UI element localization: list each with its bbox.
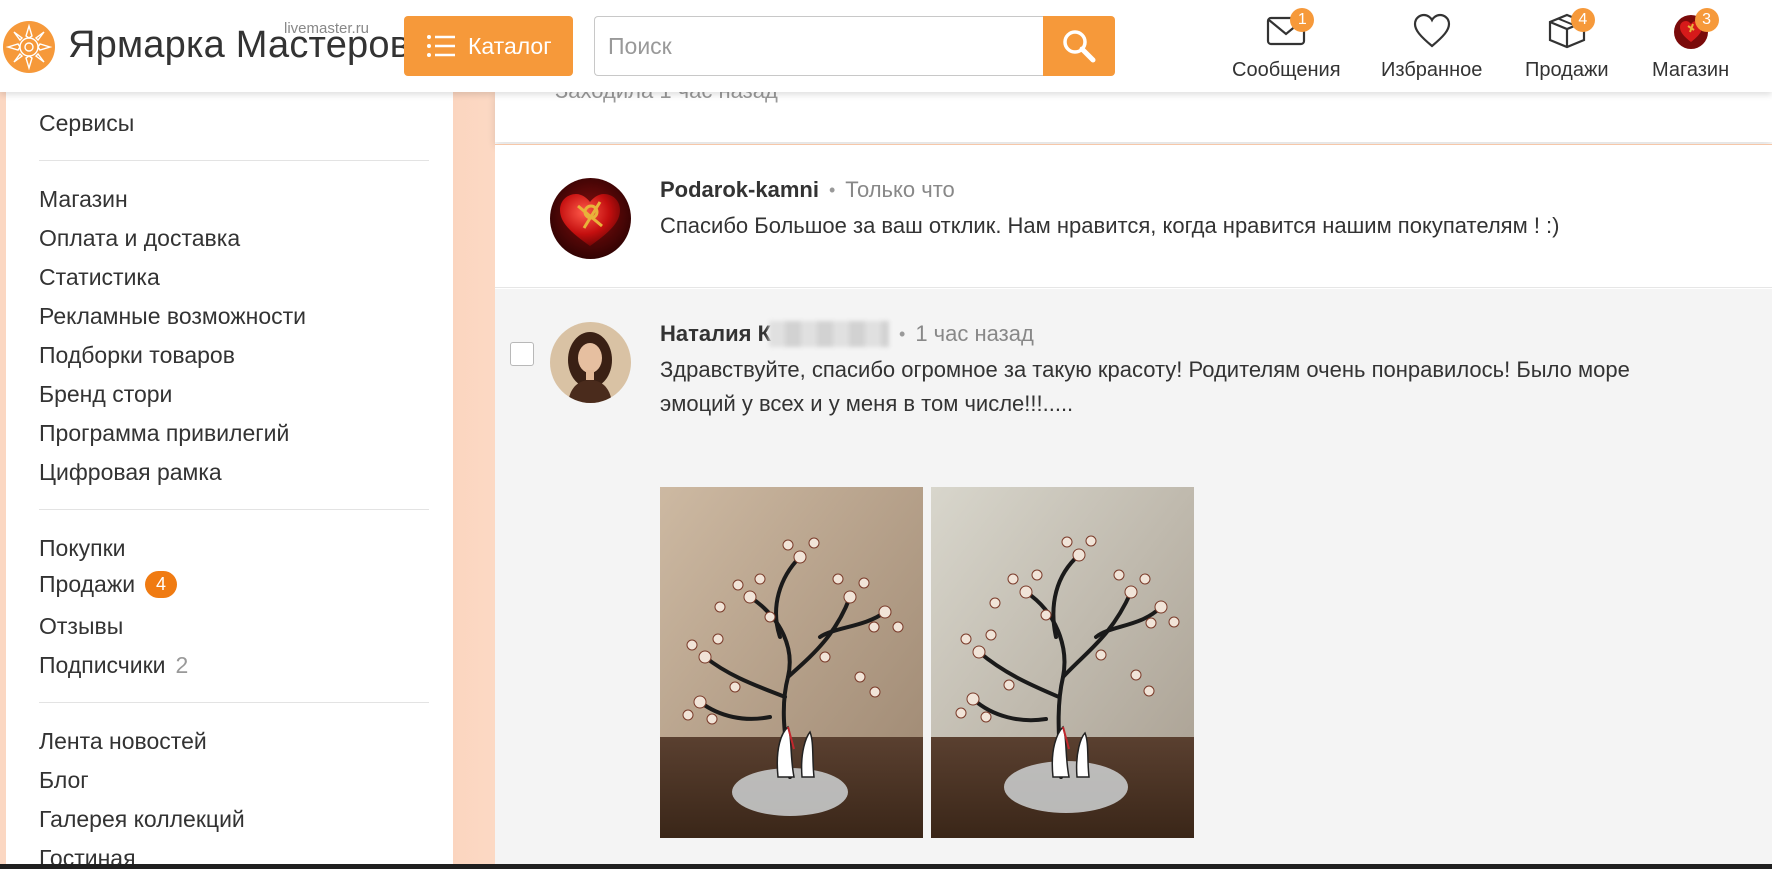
search-button[interactable] bbox=[1043, 16, 1115, 76]
subscribers-count: 2 bbox=[175, 652, 189, 678]
catalog-button[interactable]: Каталог bbox=[404, 16, 573, 76]
sidebar-item-shop[interactable]: Магазин bbox=[39, 186, 128, 213]
sidebar-item-brand-story[interactable]: Бренд стори bbox=[39, 381, 172, 408]
logo-domain: livemaster.ru bbox=[284, 20, 370, 37]
logo-sun-icon[interactable] bbox=[2, 20, 56, 74]
list-icon bbox=[427, 35, 455, 57]
nav-messages[interactable]: 1 Сообщения bbox=[1232, 8, 1341, 82]
sidebar-item-subscribers-label: Подписчики bbox=[39, 652, 166, 678]
sidebar-divider bbox=[39, 702, 429, 703]
heart-icon bbox=[1413, 13, 1450, 47]
sidebar-item-news-feed[interactable]: Лента новостей bbox=[39, 728, 207, 755]
sidebar-item-gallery[interactable]: Галерея коллекций bbox=[39, 806, 245, 833]
messages-badge: 1 bbox=[1290, 8, 1315, 32]
comment-time: Только что bbox=[845, 177, 955, 202]
avatar[interactable] bbox=[550, 322, 631, 403]
search-input[interactable]: Поиск bbox=[594, 16, 1044, 76]
sales-badge: 4 bbox=[1570, 8, 1595, 32]
sidebar-item-purchases[interactable]: Покупки bbox=[39, 535, 126, 562]
sidebar: Сервисы Магазин Оплата и доставка Статис… bbox=[0, 92, 453, 869]
comment-reply: Podarok-kamni • Только что Спасибо Больш… bbox=[495, 145, 1772, 288]
sales-count-badge: 4 bbox=[145, 571, 178, 598]
nav-sales[interactable]: 4 Продажи bbox=[1525, 8, 1609, 82]
comment-time: 1 час назад bbox=[915, 321, 1034, 346]
shop-badge: 3 bbox=[1694, 8, 1719, 32]
search-icon bbox=[1063, 30, 1096, 63]
nav-shop[interactable]: 3 Магазин bbox=[1652, 8, 1730, 82]
bead-tree-photo-icon bbox=[931, 487, 1194, 838]
bead-tree-photo-icon bbox=[660, 487, 923, 838]
comment-text-line: эмоций у всех и у меня в том числе!!!...… bbox=[660, 391, 1074, 416]
sidebar-item-services[interactable]: Сервисы bbox=[39, 110, 134, 137]
nav-favorites[interactable]: Избранное bbox=[1381, 10, 1482, 82]
sidebar-item-privileges[interactable]: Программа привилегий bbox=[39, 420, 289, 447]
comment-text-line: Здравствуйте, спасибо огромное за такую … bbox=[660, 357, 1630, 382]
sidebar-item-sales[interactable]: Продажи 4 bbox=[39, 571, 178, 598]
avatar-heart-icon bbox=[550, 178, 631, 259]
sidebar-item-subscribers[interactable]: Подписчики 2 bbox=[39, 652, 188, 679]
bottom-taskbar-edge bbox=[0, 864, 1772, 869]
sidebar-item-sales-label: Продажи bbox=[39, 571, 136, 597]
comment-author[interactable]: Podarok-kamni bbox=[660, 177, 819, 203]
catalog-label: Каталог bbox=[468, 32, 552, 59]
comment-review: Наталия К • 1 час назад Здравствуйте, сп… bbox=[495, 289, 1772, 869]
sidebar-item-reviews[interactable]: Отзывы bbox=[39, 613, 123, 640]
nav-shop-label: Магазин bbox=[1652, 59, 1730, 81]
previous-card: Заходила 1 час назад bbox=[495, 78, 1772, 142]
main-content: Заходила 1 час назад bbox=[495, 78, 1772, 869]
sidebar-item-advertising[interactable]: Рекламные возможности bbox=[39, 303, 306, 330]
sidebar-item-blog[interactable]: Блог bbox=[39, 767, 89, 794]
meta-separator: • bbox=[828, 179, 836, 200]
sidebar-item-statistics[interactable]: Статистика bbox=[39, 264, 160, 291]
comment-text: Здравствуйте, спасибо огромное за такую … bbox=[660, 353, 1630, 421]
top-header: Ярмарка Мастеров livemaster.ru Каталог П… bbox=[0, 0, 1772, 92]
meta-separator: • bbox=[899, 323, 906, 344]
comment-author[interactable]: Наталия К bbox=[660, 321, 771, 347]
avatar[interactable] bbox=[550, 178, 631, 259]
sidebar-item-digital-frame[interactable]: Цифровая рамка bbox=[39, 459, 222, 486]
comment-meta: Наталия К • 1 час назад bbox=[660, 321, 1034, 347]
comment-meta: Podarok-kamni • Только что bbox=[660, 177, 955, 203]
nav-messages-label: Сообщения bbox=[1232, 59, 1341, 81]
review-photo[interactable] bbox=[660, 487, 923, 838]
review-photo[interactable] bbox=[931, 487, 1194, 838]
select-checkbox[interactable] bbox=[510, 342, 534, 366]
nav-sales-label: Продажи bbox=[1525, 59, 1609, 81]
comment-text: Спасибо Большое за ваш отклик. Нам нрави… bbox=[660, 213, 1560, 238]
app-root: Ярмарка Мастеров livemaster.ru Каталог П… bbox=[0, 0, 1772, 869]
nav-favorites-label: Избранное bbox=[1381, 59, 1483, 81]
name-redaction bbox=[769, 321, 890, 347]
avatar-person-icon bbox=[550, 322, 631, 403]
sidebar-divider bbox=[39, 509, 429, 510]
sidebar-item-collections[interactable]: Подборки товаров bbox=[39, 342, 235, 369]
sidebar-accent-strip bbox=[453, 92, 495, 869]
sidebar-item-payment-delivery[interactable]: Оплата и доставка bbox=[39, 225, 240, 252]
sidebar-divider bbox=[39, 160, 429, 161]
